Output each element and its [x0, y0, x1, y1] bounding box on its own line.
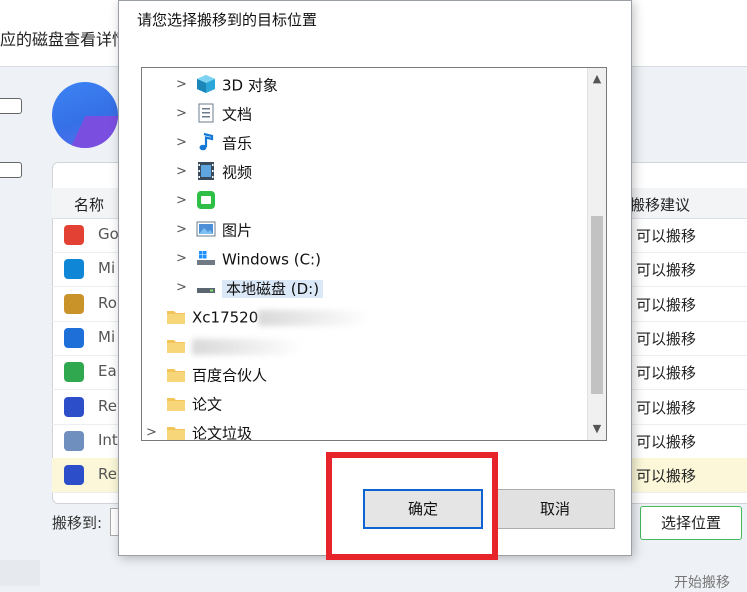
tree-item-label: 图片	[222, 221, 253, 240]
app-icon-blue	[64, 396, 84, 417]
chevron-right-icon[interactable]: >	[176, 275, 190, 301]
scroll-thumb[interactable]	[591, 216, 603, 394]
tree-item-label: 3D 对象	[222, 76, 278, 95]
footer-strip	[0, 560, 40, 586]
row-status: 可以搬移	[636, 295, 697, 314]
tree-item-label: 论文	[192, 395, 223, 414]
row-name: Go	[98, 225, 119, 243]
move-to-label: 搬移到:	[52, 514, 103, 532]
chevron-right-icon[interactable]: >	[176, 130, 190, 156]
column-name[interactable]: 名称	[74, 194, 104, 215]
tree-item-label: Windows (C:)	[222, 250, 321, 269]
app-icon-green	[64, 362, 84, 383]
documents-icon	[196, 103, 216, 123]
tree-item[interactable]: 百度合伙人	[146, 362, 267, 388]
drive-c-icon	[196, 248, 216, 268]
roblox-icon	[64, 293, 84, 314]
chevron-right-icon[interactable]: >	[176, 101, 190, 127]
blurred-text	[192, 338, 302, 355]
cancel-button[interactable]: 取消	[495, 489, 615, 529]
tree-item[interactable]: > 本地磁盘 (D:)	[176, 275, 324, 301]
folder-icon	[166, 364, 186, 384]
folder-icon	[166, 335, 186, 355]
start-move-button[interactable]: 开始搬移	[652, 572, 747, 592]
blurred-text	[258, 309, 369, 326]
row-name: Ea	[98, 362, 117, 381]
row-name: Ro	[98, 293, 117, 312]
onedrive-icon	[64, 327, 84, 348]
pictures-icon	[196, 219, 216, 239]
row-status: 可以搬移	[636, 227, 697, 245]
tree-item[interactable]: > 论文垃圾	[146, 420, 252, 441]
row-status: 可以搬移	[636, 432, 697, 451]
chevron-right-icon[interactable]: >	[176, 159, 190, 185]
tree-item[interactable]: Xc17520	[146, 304, 369, 330]
scroll-down-icon[interactable]: ▼	[588, 420, 606, 438]
app-icon-blue	[64, 465, 84, 486]
row-status: 可以搬移	[636, 467, 697, 486]
green-app-icon	[196, 190, 216, 210]
row-status: 可以搬移	[636, 329, 697, 348]
folder-icon	[166, 422, 186, 441]
folder-tree[interactable]: >3D 对象 > 文档 > 音乐 > 视频 > > 图片 > Windows (C:) > 本地磁盘 (D…	[141, 67, 607, 441]
tree-item[interactable]: >3D 对象	[176, 72, 278, 98]
app-icon-grid	[64, 430, 84, 451]
tree-item[interactable]: > 音乐	[176, 130, 252, 156]
tree-item-label: 论文垃圾	[192, 424, 253, 441]
3d-objects-icon	[196, 74, 216, 94]
row-name: Mi	[98, 259, 116, 278]
edge-icon	[64, 259, 84, 280]
row-status: 可以搬移	[636, 261, 697, 280]
app-header-title: 应的磁盘查看详情	[0, 30, 118, 49]
choose-location-button[interactable]: 选择位置	[640, 506, 742, 540]
tree-item-label: 百度合伙人	[192, 366, 268, 385]
tree-item[interactable]: >	[176, 188, 222, 214]
dialog-prompt: 请您选择搬移到的目标位置	[137, 11, 318, 29]
row-name: Int	[98, 430, 118, 449]
tree-item[interactable]	[146, 333, 302, 359]
tree-item[interactable]: > 视频	[176, 159, 252, 185]
left-toggle-button[interactable]	[0, 98, 22, 114]
chrome-icon	[64, 225, 84, 245]
folder-icon	[166, 306, 186, 326]
row-status: 可以搬移	[636, 364, 697, 383]
tree-item[interactable]: > 文档	[176, 101, 252, 127]
tree-item[interactable]: > Windows (C:)	[176, 246, 321, 272]
tree-item-label: Xc17520	[192, 308, 259, 327]
chevron-right-icon[interactable]: >	[146, 420, 160, 440]
disk-logo-icon	[52, 82, 118, 148]
tree-item-label: 本地磁盘 (D:)	[222, 279, 324, 298]
chevron-right-icon[interactable]: >	[176, 72, 190, 98]
folder-icon	[166, 393, 186, 413]
chevron-right-icon[interactable]: >	[176, 246, 190, 272]
chevron-right-icon[interactable]: >	[176, 188, 190, 214]
tree-item[interactable]: 论文	[146, 391, 222, 417]
column-suggestion[interactable]: 搬移建议	[630, 194, 690, 215]
row-name: Re	[98, 465, 117, 484]
annotation-highlight-box	[326, 452, 498, 560]
tree-scrollbar[interactable]: ▲ ▼	[587, 68, 606, 440]
row-name: Re	[98, 396, 117, 415]
video-icon	[196, 161, 216, 181]
chevron-right-icon[interactable]: >	[176, 217, 190, 243]
music-icon	[196, 132, 216, 152]
drive-d-icon	[196, 277, 216, 297]
row-status: 可以搬移	[636, 398, 697, 417]
tree-item-label: 视频	[222, 163, 253, 182]
tree-item[interactable]: > 图片	[176, 217, 252, 243]
tree-item-label: 音乐	[222, 134, 253, 153]
left-toggle-button-2[interactable]	[0, 162, 22, 178]
scroll-up-icon[interactable]: ▲	[588, 70, 606, 88]
tree-item-label: 文档	[222, 105, 253, 124]
row-name: Mi	[98, 327, 116, 346]
